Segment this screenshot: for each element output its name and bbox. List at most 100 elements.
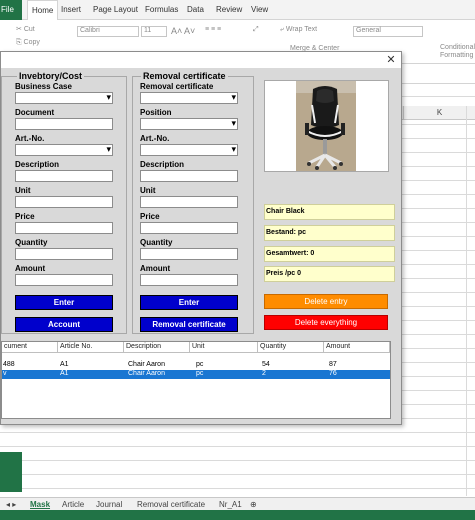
tab-home[interactable]: Home [27,0,59,21]
sheet-tab-journal[interactable]: Journal [96,500,122,509]
conditional-formatting-button[interactable]: Conditional Formatting [440,44,475,60]
business-case-combo[interactable] [15,92,113,104]
number-format-box[interactable]: General [353,26,423,37]
position-label: Position [140,108,172,117]
copy-button[interactable]: ⎘ Copy [16,39,40,47]
removal-quantity-label: Quantity [140,238,173,247]
removal-quantity-field[interactable] [140,248,238,260]
removal-unit-label: Unit [140,186,156,195]
list-cell-quantity: 2 [262,370,266,377]
list-header-description[interactable]: Description [124,342,190,353]
font-size-box[interactable]: 11 [141,26,167,37]
cut-button[interactable]: ✂ Cut [16,25,35,33]
account-button[interactable]: Account [15,317,113,332]
document-field[interactable] [15,118,113,130]
description-label: Description [15,160,60,169]
document-label: Document [15,108,55,117]
removal-unit-field[interactable] [140,196,238,208]
sheet-tab-article[interactable]: Article [62,500,84,509]
decrease-font-icon[interactable]: A˅ [184,26,195,36]
entries-listbox[interactable]: cument Article No. Description Unit Quan… [1,341,391,419]
sheet-tab-removal-certificate[interactable]: Removal certificate [137,500,205,509]
removal-amount-field[interactable] [140,274,238,286]
add-sheet-icon[interactable]: ⊕ [250,500,257,509]
removal-certificate-button[interactable]: Removal certificate [140,317,238,332]
removal-enter-button[interactable]: Enter [140,295,238,310]
amount-field[interactable] [15,274,113,286]
tab-file[interactable]: File [0,0,22,20]
list-header-quantity[interactable]: Quantity [258,342,324,353]
list-cell-description: Chair Aaron [128,370,165,377]
wrap-text-button[interactable]: ⤶ Wrap Text [280,26,317,34]
align-icons[interactable]: ≡ ≡ ≡ [205,26,221,33]
enter-button[interactable]: Enter [15,295,113,310]
removal-art-no-combo[interactable] [140,144,238,156]
office-chair-picture [296,81,356,171]
close-icon[interactable]: ✕ [384,54,398,66]
delete-everything-button[interactable]: Delete everything [264,315,388,330]
list-header-document[interactable]: cument [2,342,58,353]
product-image [264,80,389,172]
list-item-selected[interactable]: v A1 Chair Aaron pc 2 76 [2,370,390,379]
list-cell-unit: pc [196,361,204,368]
font-size-value: 11 [144,27,152,34]
list-cell-article-no: A1 [60,361,69,368]
tab-data[interactable]: Data [187,5,204,14]
list-header-unit[interactable]: Unit [190,342,258,353]
tab-file-label: File [1,5,14,14]
list-cell-description: Chair Aaron [128,361,165,368]
position-combo[interactable] [140,118,238,130]
removal-description-label: Description [140,160,185,169]
removal-certificate-label: Removal certificate [140,82,214,91]
list-cell-unit: pc [196,370,204,377]
price-label: Price [15,212,35,221]
total-value-info: Gesamtwert: 0 [264,246,395,262]
item-name-info: Chair Black [264,204,395,220]
unit-field[interactable] [15,196,113,208]
business-case-label: Business Case [15,82,72,91]
grid-column-line [466,106,467,496]
list-item[interactable]: 488 A1 Chair Aaron pc 54 87 [2,361,390,370]
removal-art-no-label: Art.-No. [140,134,170,143]
sheet-tab-mask[interactable]: Mask [30,500,50,509]
quantity-field[interactable] [15,248,113,260]
list-cell-amount: 76 [329,370,337,377]
tab-page-layout[interactable]: Page Layout [93,5,138,14]
removal-description-field[interactable] [140,170,238,182]
dialog-titlebar[interactable]: ✕ [1,52,401,68]
list-header-article-no[interactable]: Article No. [58,342,124,353]
removal-certificate-combo[interactable] [140,92,238,104]
userform-dialog: ✕ Invebtory/Cost Business Case Document … [0,51,402,425]
tab-formulas[interactable]: Formulas [145,5,178,14]
column-header-k[interactable]: K [403,106,475,120]
sheet-nav-icon[interactable]: ◂ ▸ [6,500,16,509]
list-header-amount[interactable]: Amount [324,342,390,353]
price-per-pc-info: Preis /pc 0 [264,266,395,282]
status-bar [0,510,475,520]
orientation-icon[interactable]: ⤢ [253,26,259,34]
removal-frame-title: Removal certificate [141,71,228,81]
list-cell-amount: 87 [329,361,337,368]
row-selection-indicator [0,452,22,492]
removal-price-field[interactable] [140,222,238,234]
description-field[interactable] [15,170,113,182]
unit-label: Unit [15,186,31,195]
tab-insert[interactable]: Insert [61,5,81,14]
list-cell-document: 488 [3,361,15,368]
list-cell-article-no: A1 [60,370,69,377]
increase-font-icon[interactable]: A˄ [171,26,182,36]
removal-price-label: Price [140,212,160,221]
art-no-combo[interactable] [15,144,113,156]
inventory-frame-title: Invebtory/Cost [17,71,85,81]
price-field[interactable] [15,222,113,234]
stock-info: Bestand: pc [264,225,395,241]
tab-review[interactable]: Review [216,5,242,14]
list-cell-document: v [3,370,7,377]
removal-amount-label: Amount [140,264,171,273]
tab-view[interactable]: View [251,5,268,14]
sheet-tab-nr-a1[interactable]: Nr_A1 [219,500,242,509]
delete-entry-button[interactable]: Delete entry [264,294,388,309]
quantity-label: Quantity [15,238,48,247]
font-name-box[interactable]: Calibri [77,26,139,37]
art-no-label: Art.-No. [15,134,45,143]
